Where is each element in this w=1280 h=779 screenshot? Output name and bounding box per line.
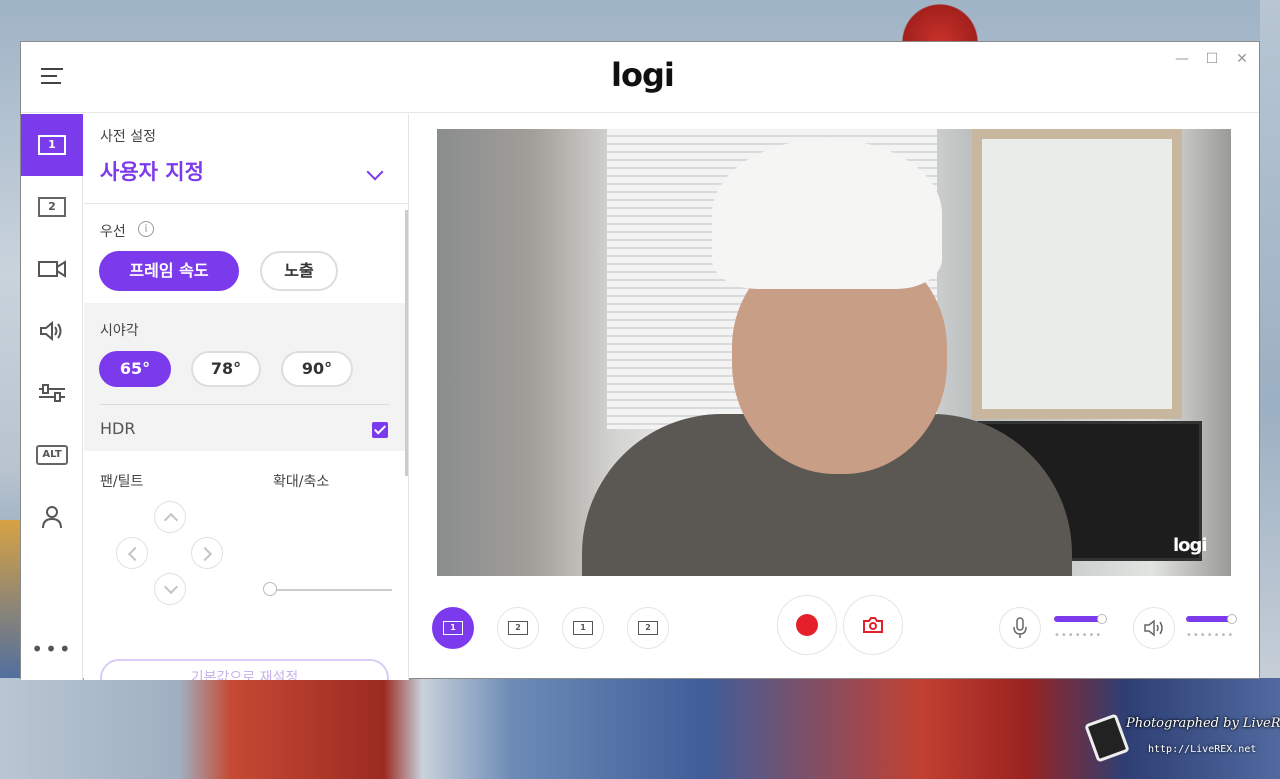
preview-alt-1-button[interactable]: 1 [562, 607, 604, 649]
preview-logo: logi [1173, 535, 1208, 556]
preset-1-icon: 1 [443, 621, 463, 635]
preview-preset-2-button[interactable]: 2 [497, 607, 539, 649]
chevron-down-icon[interactable] [366, 163, 384, 181]
preset-1-icon: 1 [38, 135, 66, 155]
pan-tilt-label: 팬/틸트 [100, 474, 144, 490]
fov-label: 시야각 [100, 323, 139, 339]
sliders-icon [39, 384, 65, 402]
wallpaper-detail [895, 0, 985, 42]
panel-scrollbar[interactable] [405, 210, 408, 476]
pan-up-button[interactable] [154, 501, 186, 533]
camera-icon [863, 617, 883, 633]
mic-level-meter: ••••••• [1054, 630, 1103, 641]
pan-right-button[interactable] [191, 537, 223, 569]
info-icon[interactable]: i [138, 221, 154, 237]
speaker-button[interactable] [1133, 607, 1175, 649]
zoom-slider-track[interactable] [270, 589, 392, 591]
reset-defaults-button[interactable]: 기본값으로 재설정 [100, 659, 389, 680]
priority-frame-rate-button[interactable]: 프레임 속도 [99, 251, 239, 291]
app-window: logi — ☐ ✕ 1 2 ALT ••• 사전 설정 사용자 지정 우선 i… [20, 41, 1260, 680]
more-icon: ••• [31, 637, 73, 661]
watermark-url: http://LiveREX.net [1148, 744, 1257, 755]
camera-preview: logi [437, 129, 1231, 576]
zoom-label: 확대/축소 [273, 474, 330, 490]
mic-button[interactable] [999, 607, 1041, 649]
hdr-label: HDR [100, 419, 136, 438]
preset-label: 사전 설정 [100, 129, 156, 145]
watermark: Photographed by LiveREX http://LiveREX.n… [1084, 712, 1280, 764]
alt-icon: ALT [36, 445, 68, 465]
settings-panel: 사전 설정 사용자 지정 우선 i 프레임 속도 노출 시야각 65° 78° … [84, 114, 409, 680]
microphone-icon [1013, 617, 1027, 638]
sidebar-item-adjustments[interactable] [21, 362, 83, 424]
sidebar-item-audio[interactable] [21, 300, 83, 362]
sidebar-item-preset-1[interactable]: 1 [21, 114, 83, 176]
divider [100, 404, 389, 405]
user-icon [42, 506, 62, 529]
wallpaper-detail-right [1260, 0, 1280, 678]
fov-78-button[interactable]: 78° [191, 351, 261, 387]
title-bar: logi — ☐ ✕ [21, 42, 1259, 113]
pan-left-button[interactable] [116, 537, 148, 569]
logo: logi [611, 56, 675, 94]
preview-preset-1-button[interactable]: 1 [432, 607, 474, 649]
priority-label: 우선 [100, 224, 126, 240]
zoom-slider-thumb[interactable] [263, 582, 277, 596]
fov-65-button[interactable]: 65° [99, 351, 171, 387]
maximize-button[interactable]: ☐ [1203, 50, 1221, 68]
speaker-icon [40, 320, 62, 342]
preset-2-icon: 2 [38, 197, 66, 217]
sidebar-item-account[interactable] [21, 486, 83, 548]
watermark-text: Photographed by LiveREX [1126, 716, 1280, 731]
preview-alt-2-button[interactable]: 2 [627, 607, 669, 649]
record-icon [796, 614, 818, 636]
record-button[interactable] [777, 595, 837, 655]
snapshot-button[interactable] [843, 595, 903, 655]
minimize-button[interactable]: — [1173, 50, 1191, 68]
mic-level-knob[interactable] [1097, 614, 1107, 624]
hamburger-menu-icon[interactable] [41, 68, 63, 84]
pan-down-button[interactable] [154, 573, 186, 605]
preview-person [712, 139, 942, 289]
sidebar-item-preset-2[interactable]: 2 [21, 176, 83, 238]
divider [84, 203, 408, 204]
preset-dropdown-value[interactable]: 사용자 지정 [100, 156, 204, 186]
preset-2-icon: 2 [508, 621, 528, 635]
wallpaper-detail-left [0, 520, 20, 680]
priority-exposure-button[interactable]: 노출 [260, 251, 338, 291]
alt-preset-1-icon: 1 [573, 621, 593, 635]
sidebar-item-alt[interactable]: ALT [21, 424, 83, 486]
tablet-icon [1084, 713, 1130, 763]
speaker-level-knob[interactable] [1227, 614, 1237, 624]
preview-background [972, 129, 1182, 419]
sidebar-item-camera[interactable] [21, 238, 83, 300]
video-camera-icon [38, 260, 66, 278]
speaker-level-meter: ••••••• [1186, 630, 1235, 641]
close-button[interactable]: ✕ [1233, 50, 1251, 68]
sidebar-rail: 1 2 ALT ••• [21, 114, 83, 680]
sidebar-item-more[interactable]: ••• [21, 618, 83, 680]
hdr-checkbox[interactable] [372, 422, 388, 438]
speaker-icon [1144, 619, 1163, 637]
alt-preset-2-icon: 2 [638, 621, 658, 635]
fov-90-button[interactable]: 90° [281, 351, 353, 387]
